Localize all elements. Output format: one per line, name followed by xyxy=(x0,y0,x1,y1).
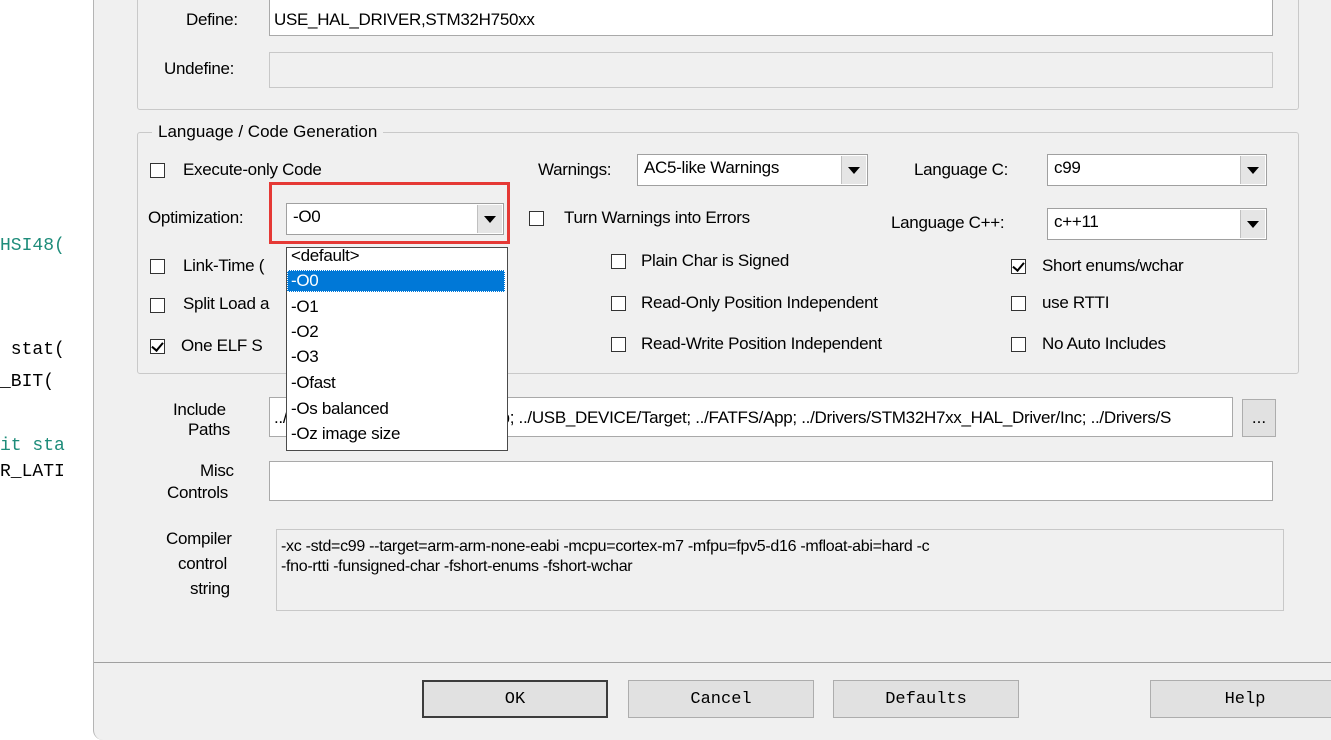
code-line: R_LATI xyxy=(0,462,65,482)
undefine-field[interactable] xyxy=(269,52,1273,88)
one-elf-label: One ELF S xyxy=(181,336,263,355)
optimization-dropdown-list[interactable]: <default> -O0 -O1 -O2 -O3 -Ofast -Os bal… xyxy=(286,245,508,451)
warnings-label: Warnings: xyxy=(538,160,612,179)
compiler-control-label: Compiler xyxy=(166,529,232,548)
short-enums-label: Short enums/wchar xyxy=(1042,256,1184,275)
include-paths-label-2: Paths xyxy=(188,420,230,439)
optimization-option[interactable]: <default> xyxy=(287,245,505,267)
compiler-control-field: -xc -std=c99 --target=arm-arm-none-eabi … xyxy=(276,529,1284,611)
code-line: HSI48( xyxy=(0,236,65,256)
use-rtti-checkbox[interactable] xyxy=(1011,296,1026,311)
compiler-control-label-3: string xyxy=(190,579,230,598)
chevron-down-icon[interactable] xyxy=(1240,156,1265,184)
no-auto-includes-label: No Auto Includes xyxy=(1042,334,1166,353)
split-load-checkbox[interactable] xyxy=(150,298,165,313)
use-rtti-label: use RTTI xyxy=(1042,293,1110,312)
optimization-option[interactable]: -O2 xyxy=(287,321,505,343)
optimization-option[interactable]: -Os balanced xyxy=(287,398,505,420)
execute-only-checkbox[interactable] xyxy=(150,163,165,178)
optimization-option[interactable]: -Oz image size xyxy=(287,423,505,445)
optimization-option[interactable]: -O1 xyxy=(287,296,505,318)
optimization-option[interactable]: -Ofast xyxy=(287,372,505,394)
code-line: stat( xyxy=(0,340,65,360)
misc-controls-label-2: Controls xyxy=(167,483,228,502)
compiler-control-label-2: control xyxy=(178,554,227,573)
misc-controls-field[interactable] xyxy=(269,461,1273,501)
ok-button[interactable]: OK xyxy=(422,680,608,718)
define-label: Define: xyxy=(186,10,238,29)
split-load-label: Split Load a xyxy=(183,294,270,313)
chevron-down-icon[interactable] xyxy=(1240,210,1265,238)
misc-controls-label: Misc xyxy=(200,461,234,480)
defaults-button[interactable]: Defaults xyxy=(833,680,1019,718)
chevron-down-icon[interactable] xyxy=(841,156,866,184)
optimization-option[interactable]: -O3 xyxy=(287,346,505,368)
compiler-control-line: -fno-rtti -funsigned-char -fshort-enums … xyxy=(281,558,633,575)
ro-pi-label: Read-Only Position Independent xyxy=(641,293,878,312)
turn-warnings-checkbox[interactable] xyxy=(529,211,544,226)
language-cpp-select[interactable]: c++11 xyxy=(1047,208,1267,240)
execute-only-label: Execute-only Code xyxy=(183,160,322,179)
code-line: it sta xyxy=(0,436,65,456)
browse-include-button[interactable]: ... xyxy=(1242,399,1276,437)
code-line: _BIT( xyxy=(0,372,55,392)
compiler-control-line: -xc -std=c99 --target=arm-arm-none-eabi … xyxy=(281,538,930,555)
no-auto-includes-checkbox[interactable] xyxy=(1011,337,1026,352)
language-cpp-value: c++11 xyxy=(1054,212,1099,231)
language-c-select[interactable]: c99 xyxy=(1047,154,1267,186)
short-enums-checkbox[interactable] xyxy=(1011,259,1026,274)
one-elf-checkbox[interactable] xyxy=(150,339,165,354)
link-time-checkbox[interactable] xyxy=(150,259,165,274)
warnings-select[interactable]: AC5-like Warnings xyxy=(637,154,868,186)
highlight-annotation-box xyxy=(269,182,510,244)
language-cpp-label: Language C++: xyxy=(891,213,1005,232)
language-c-value: c99 xyxy=(1054,158,1081,177)
include-paths-label: Include xyxy=(173,400,226,419)
optimization-label: Optimization: xyxy=(148,208,244,227)
language-codegen-title: Language / Code Generation xyxy=(152,122,384,142)
ro-pi-checkbox[interactable] xyxy=(611,296,626,311)
link-time-label: Link-Time ( xyxy=(183,256,265,275)
background-code-editor: HSI48( stat( _BIT( it sta R_LATI xyxy=(0,0,100,735)
plain-char-label: Plain Char is Signed xyxy=(641,251,790,270)
plain-char-checkbox[interactable] xyxy=(611,254,626,269)
turn-warnings-label: Turn Warnings into Errors xyxy=(564,208,750,227)
warnings-value: AC5-like Warnings xyxy=(644,158,780,177)
rw-pi-checkbox[interactable] xyxy=(611,337,626,352)
button-separator xyxy=(94,662,1331,663)
cancel-button[interactable]: Cancel xyxy=(628,680,814,718)
optimization-option-selected[interactable]: -O0 xyxy=(287,270,505,292)
language-c-label: Language C: xyxy=(914,160,1009,179)
help-button[interactable]: Help xyxy=(1150,680,1331,718)
undefine-label: Undefine: xyxy=(164,59,235,78)
define-field[interactable]: USE_HAL_DRIVER,STM32H750xx xyxy=(269,0,1273,36)
rw-pi-label: Read-Write Position Independent xyxy=(641,334,882,353)
